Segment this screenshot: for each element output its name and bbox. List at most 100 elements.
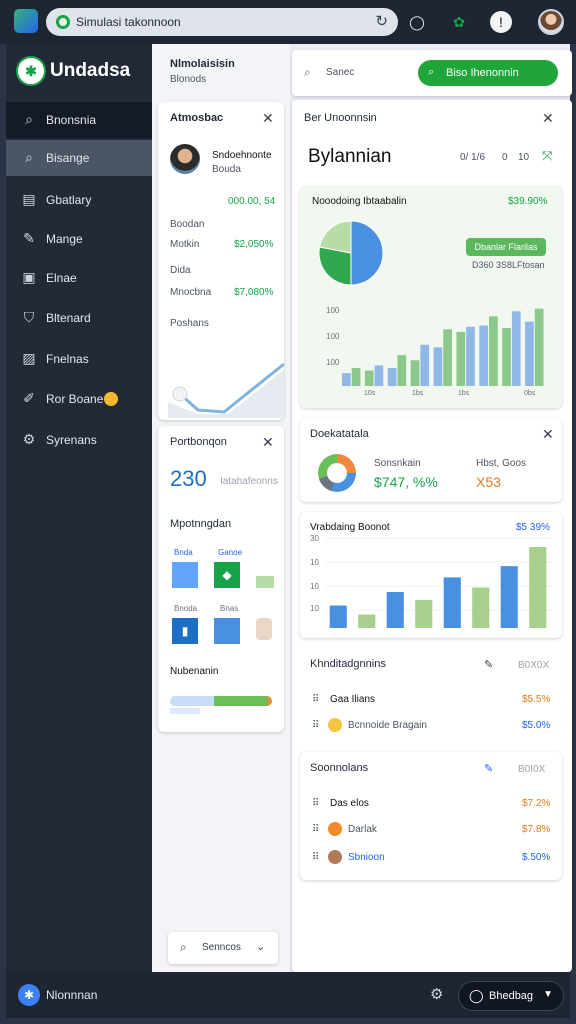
circle-icon: ◯ [469,988,484,1003]
brand-icon[interactable]: ✱ [18,984,40,1006]
status-label: Bhedbag [489,990,534,1002]
search-label: Senncos [202,942,241,953]
extension-icon[interactable]: ✿ [448,11,470,33]
tile-icon[interactable] [256,576,274,588]
list-meta: B0I0X [518,764,546,775]
sidebar-item-mange[interactable]: ✎ Mange [6,221,152,257]
drag-icon[interactable]: ⠿ [312,720,319,731]
list-item-value: $7.2% [522,798,551,809]
archive-icon: ▤ [22,191,36,207]
sidebar-item-bisange[interactable]: ⌕ Bisange [6,140,152,176]
list-panel: Soonnolans ✎ B0I0X ⠿ Das elos $7.2% ⠿ Da… [300,752,562,880]
chart-label: Poshans [170,318,209,329]
bar [479,325,489,386]
sidebar-item-elnae[interactable]: ▣ Elnae [6,260,152,296]
pie-slice [318,220,352,254]
user-icon[interactable]: ▮ [172,618,198,644]
metric-value: X53 [476,474,501,490]
sidebar-item-ror-boane[interactable]: ✐ Ror Boane [6,381,152,417]
header-actions: ⌕ Sanec ⌕ Biso Ihenonnin [292,50,572,96]
expand-icon[interactable]: ⤧ [542,148,552,164]
trend-chart [168,362,284,418]
portfolio-panel: Portbonqon ✕ 230 Iatahafeonns Mpotnngdan… [158,426,284,732]
bar [472,587,490,628]
search-icon: ⌕ [180,940,187,954]
url-bar[interactable]: Simulasi takonnoon ↻ [46,8,398,36]
sidebar-item-bnonsnia[interactable]: ⌕ Bnonsnia [6,102,152,138]
bar [415,599,433,628]
row-label: Motkin [170,239,200,250]
edit-icon[interactable]: ✎ [484,658,493,671]
close-icon[interactable]: ✕ [542,426,554,443]
drag-icon[interactable]: ⠿ [312,824,319,835]
list-item-value: $5.5% [522,694,551,705]
bar-chart [342,308,544,386]
metric-label: Hbst, Goos [476,458,527,469]
bar [358,614,376,628]
progress-sub [170,708,200,714]
sidebar-item-bltenard[interactable]: ⛉ Bltenard [6,300,152,336]
list-item-name: Sbnioon [348,852,385,863]
page-subtitle: Blonods [170,74,207,85]
drag-icon[interactable]: ⠿ [312,798,319,809]
close-icon[interactable]: ✕ [262,110,274,127]
status-button[interactable]: ◯ Bhedbag ▼ [458,981,564,1011]
x-tick: 10s [364,390,376,397]
y-tick: 10 [310,558,319,567]
avatar [328,850,342,864]
tile-icon[interactable] [214,618,240,644]
big-number: 230 [170,466,207,491]
avatar[interactable] [538,9,564,35]
grid-label: Bnas [220,604,239,613]
y-tick: 100 [326,358,340,367]
search-label[interactable]: Sanec [326,67,354,78]
bar [500,566,518,628]
list-title: Soonnolans [310,762,369,774]
bar [456,331,466,386]
cta-button[interactable]: ⌕ Biso Ihenonnin [418,60,558,86]
pie-slice [318,246,352,286]
drag-icon[interactable]: ⠿ [312,852,319,863]
circle-icon[interactable]: ◯ [406,11,428,33]
settings-icon[interactable]: ⚙ [430,985,443,1003]
sidebar-item-syrenans[interactable]: ⚙ Syrenans [6,422,152,458]
tile-icon[interactable] [256,618,272,640]
bar [502,328,511,386]
bar [443,329,452,386]
y-tick: 30 [310,534,319,543]
alert-icon[interactable]: ! [490,11,512,33]
sidebar: ✱ Undadsa ⌕ Bnonsnia ⌕ Bisange ▤ Gbatlar… [6,44,152,972]
close-icon[interactable]: ✕ [542,110,554,127]
tile-icon[interactable] [172,562,198,588]
search-dropdown[interactable]: ⌕ Senncos ⌄ [168,932,278,964]
list-meta: B0X0X [518,660,550,671]
big-sub: Iatahafeonns [220,476,278,487]
filter-chip[interactable]: Dbanlar Flarilas [466,238,546,256]
bottom-bar: ✱ Nlonnnan ⚙ ◯ Bhedbag ▼ [6,972,570,1018]
card-title: Vrabdaing Boonot [310,522,390,533]
sidebar-item-fnelnas[interactable]: ▨ Fnelnas [6,341,152,377]
chevron-down-icon: ▼ [543,989,553,1000]
row-label: Dida [170,265,191,276]
bottom-brand: Nlonnnan [46,988,98,1002]
list-item-value: $7.8% [522,824,551,835]
section-heading: Bylannian [308,146,392,167]
app-icon[interactable] [14,9,38,33]
bar [329,605,347,628]
person-sub: Bouda [212,164,241,175]
sidebar-item-gbatlary[interactable]: ▤ Gbatlary [6,182,152,218]
drag-icon[interactable]: ⠿ [312,694,319,705]
leaf-icon[interactable]: ◆ [214,562,240,588]
metric-label: Sonsnkain [374,458,421,469]
sidebar-item-label: Bltenard [46,311,91,325]
sidebar-item-label: Ror Boane [46,392,104,406]
sidebar-item-label: Mange [46,232,83,246]
list-item-value: $.50% [522,852,551,863]
reload-icon[interactable]: ↻ [375,12,388,30]
sidebar-item-label: Fnelnas [46,352,89,366]
bar [466,326,475,386]
edit-icon[interactable]: ✎ [484,762,493,775]
panel-title: Ber Unoonnsin [304,112,377,124]
list-title: Khnditadgnnins [310,658,386,670]
close-icon[interactable]: ✕ [262,434,274,451]
